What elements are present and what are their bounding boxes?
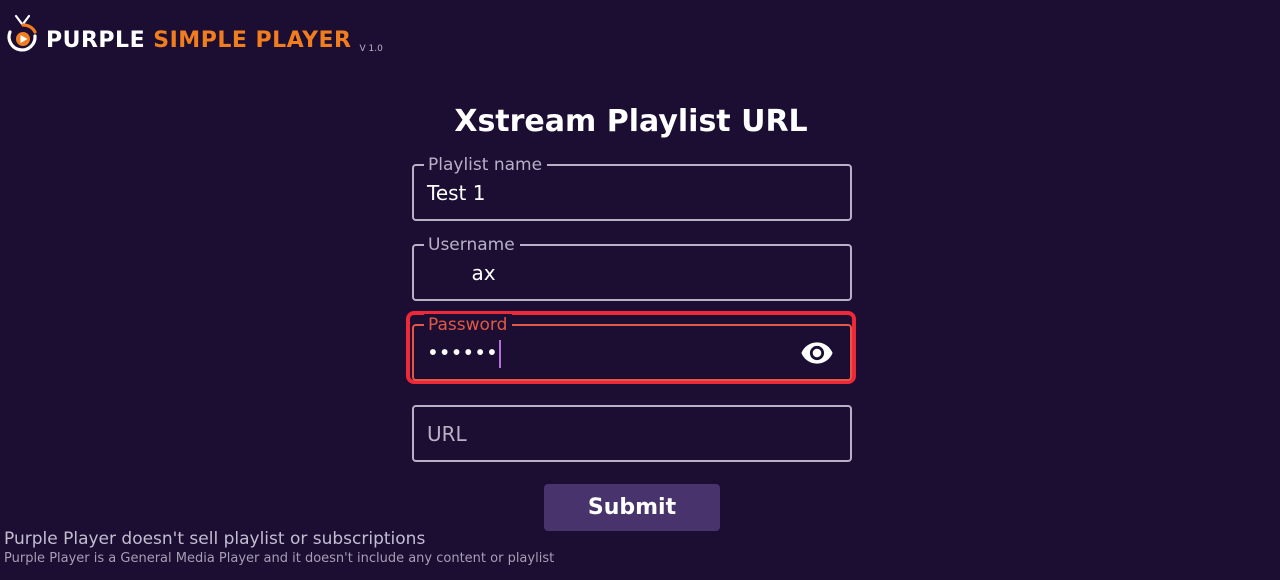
app-version: V 1.0 — [359, 44, 383, 54]
disclaimer: Purple Player doesn't sell playlist or s… — [4, 528, 554, 568]
disclaimer-line-2: Purple Player is a General Media Player … — [4, 551, 555, 566]
password-label: Password — [424, 314, 513, 336]
eye-icon[interactable] — [800, 336, 834, 370]
username-label: Username — [424, 234, 520, 256]
disclaimer-line-1: Purple Player doesn't sell playlist or s… — [4, 529, 426, 549]
playlist-name-field[interactable]: Playlist name Test 1 — [412, 154, 852, 221]
password-field[interactable]: Password •••••• — [412, 314, 852, 381]
password-value: •••••• — [427, 340, 498, 365]
app-name-part1: PURPLE — [46, 28, 146, 53]
text-caret — [498, 340, 501, 368]
playlist-name-label: Playlist name — [424, 154, 548, 176]
username-field[interactable]: Username ax — [412, 234, 852, 301]
username-value: ax — [427, 261, 496, 285]
url-placeholder: URL — [427, 422, 467, 446]
app-logo: PURPLE SIMPLE PLAYER V 1.0 — [2, 12, 383, 56]
submit-button[interactable]: Submit — [544, 484, 720, 531]
app-name-part2: SIMPLE PLAYER — [153, 28, 352, 53]
playlist-name-value: Test 1 — [427, 181, 486, 205]
password-value-wrap: •••••• — [427, 340, 501, 368]
app-name: PURPLE SIMPLE PLAYER — [46, 30, 352, 52]
url-field[interactable]: URL — [412, 405, 852, 462]
play-tv-icon — [7, 14, 37, 52]
page-title: Xstream Playlist URL — [454, 104, 808, 139]
